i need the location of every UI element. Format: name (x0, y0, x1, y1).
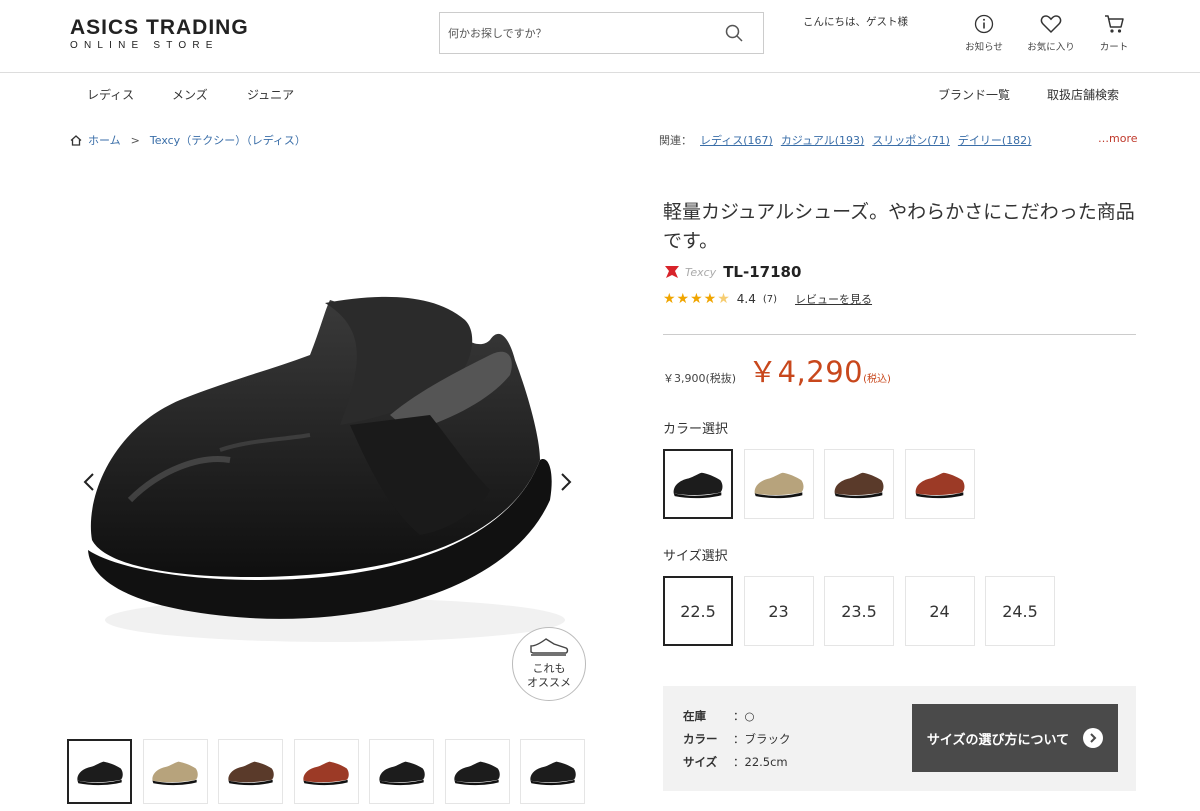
color-swatch[interactable] (904, 449, 975, 519)
shoe-thumbnail-icon (378, 761, 425, 785)
shoe-thumbnail-icon (754, 472, 803, 499)
price-excluding-tax: ￥3,900(税抜) (663, 372, 737, 385)
size-option[interactable]: 24 (904, 576, 975, 646)
color-line: カラー ：ブラック (683, 731, 791, 747)
shoe-thumbnail-icon (152, 761, 198, 785)
favorites-button[interactable]: お気に入り (1021, 14, 1081, 53)
favorites-label: お気に入り (1027, 42, 1075, 53)
shoe-thumbnail-icon (303, 761, 349, 785)
color-swatch[interactable] (824, 449, 894, 519)
image-thumbnail[interactable] (293, 739, 359, 804)
divider (663, 334, 1136, 335)
search-input[interactable] (440, 13, 710, 53)
image-thumbnail[interactable] (218, 739, 283, 804)
color-swatch[interactable] (743, 449, 814, 519)
size-section-label: サイズ選択 (663, 549, 728, 564)
image-thumbnail[interactable] (369, 739, 434, 804)
recommend-label-1: これも (532, 662, 566, 675)
info-icon (974, 14, 994, 34)
image-thumbnail[interactable] (67, 739, 132, 804)
recommend-label-2: オススメ (527, 676, 571, 689)
search-icon[interactable] (725, 24, 743, 42)
product-main-image (88, 296, 565, 642)
heart-icon (1040, 15, 1062, 34)
shoe-thumbnail-icon (834, 472, 884, 499)
star-rating-icon: ★★★★★ (663, 291, 731, 307)
related-link-ladies[interactable]: レディス(167) (700, 132, 773, 148)
site-logo[interactable]: ASICS TRADING ONLINE STORE (70, 17, 249, 52)
notice-label: お知らせ (965, 42, 1003, 53)
logo-main-text: ASICS TRADING (70, 16, 249, 39)
related-link-slipon[interactable]: スリッポン(71) (872, 132, 950, 148)
size-option[interactable]: 23 (743, 576, 814, 646)
size-option[interactable]: 22.5 (663, 576, 733, 646)
product-title: 軽量カジュアルシューズ。やわらかさにこだわった商品です。 (663, 201, 1135, 252)
color-swatch[interactable] (663, 449, 733, 519)
tax-label: (税込) (863, 374, 891, 385)
shoe-thumbnail-icon (915, 472, 964, 499)
cart-icon (1105, 15, 1124, 33)
color-key: カラー (683, 732, 718, 746)
rating-row: ★★★★★ 4.4 (7) レビューを見る (663, 291, 872, 307)
size-option[interactable]: 24.5 (985, 576, 1055, 646)
color-value: ：ブラック (733, 732, 791, 746)
size-key: サイズ (683, 755, 718, 769)
size-value: ：22.5cm (733, 755, 788, 769)
recommend-button[interactable]: これも オススメ (512, 627, 586, 701)
stock-key: 在庫 (683, 709, 706, 723)
prev-image-arrow-icon[interactable] (78, 470, 102, 494)
breadcrumb-current[interactable]: Texcy（テクシー）（レディス） (150, 132, 306, 148)
image-thumbnail[interactable] (520, 739, 585, 804)
nav-store-search[interactable]: 取扱店舗検索 (1047, 86, 1119, 103)
price-including-tax: ￥4,290 (748, 355, 864, 389)
cart-label: カート (1099, 42, 1129, 53)
search-box (439, 12, 764, 54)
related-label: 関連： (659, 134, 692, 147)
texcy-logo-icon (665, 266, 679, 278)
home-icon (70, 134, 82, 146)
shoe-thumbnail-icon (529, 761, 576, 785)
image-thumbnail[interactable] (142, 739, 208, 804)
image-thumbnail[interactable] (444, 739, 510, 804)
notice-button[interactable]: お知らせ (954, 14, 1014, 53)
related-more-link[interactable]: …more (1098, 132, 1138, 145)
color-section-label: カラー選択 (663, 422, 729, 437)
size-guide-button[interactable]: サイズの選び方について (912, 704, 1118, 772)
shoe-thumbnail-icon (227, 761, 274, 785)
view-reviews-link[interactable]: レビューを見る (795, 291, 872, 307)
shoe-thumbnail-icon (673, 472, 723, 499)
nav-junior[interactable]: ジュニア (247, 86, 294, 103)
size-guide-label: サイズの選び方について (926, 732, 1070, 748)
related-link-daily[interactable]: デイリー(182) (958, 132, 1032, 148)
brand-name: Texcy (685, 265, 717, 279)
cart-button[interactable]: カート (1084, 14, 1144, 53)
next-image-arrow-icon[interactable] (553, 470, 577, 494)
nav-brand-list[interactable]: ブランド一覧 (938, 86, 1010, 103)
stock-value: ：○ (733, 709, 755, 723)
site-header: ASICS TRADING ONLINE STORE こんにちは、ゲスト様 お知… (0, 0, 1200, 73)
shoe-thumbnail-icon (454, 761, 500, 785)
size-line: サイズ ：22.5cm (683, 754, 788, 770)
sneaker-icon (530, 638, 569, 656)
breadcrumb-home[interactable]: ホーム (88, 132, 121, 148)
related-tags: 関連： レディス(167) カジュアル(193) スリッポン(71) デイリー(… (659, 132, 1031, 148)
nav-ladies[interactable]: レディス (87, 86, 134, 103)
shoe-thumbnail-icon (76, 761, 123, 785)
selection-info-panel: 在庫 ：○ カラー ：ブラック サイズ ：22.5cm サイズの選び方について (663, 686, 1136, 791)
breadcrumb-separator: > (130, 133, 140, 147)
size-option[interactable]: 23.5 (824, 576, 894, 646)
logo-sub-text: ONLINE STORE (70, 40, 219, 51)
model-number: TL-17180 (723, 263, 802, 281)
breadcrumb: ホーム > Texcy（テクシー）（レディス） (70, 132, 306, 148)
rating-value: 4.4 (736, 292, 756, 306)
related-link-casual[interactable]: カジュアル(193) (781, 132, 864, 148)
stock-line: 在庫 ：○ (683, 708, 755, 724)
review-count: (7) (762, 293, 778, 305)
nav-mens[interactable]: メンズ (172, 86, 208, 103)
brand-row: Texcy TL-17180 (663, 263, 801, 281)
greeting-text: こんにちは、ゲスト様 (803, 16, 908, 28)
chevron-right-icon (1083, 728, 1104, 748)
price-row: ￥3,900(税抜) ￥4,290 (税込) (663, 349, 891, 391)
